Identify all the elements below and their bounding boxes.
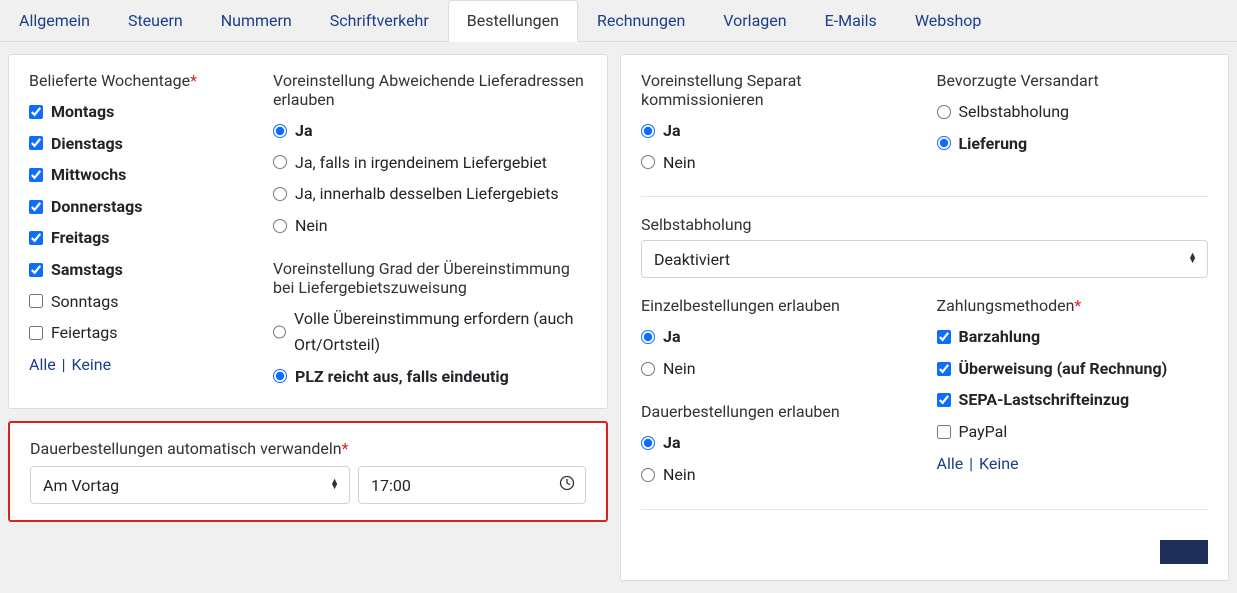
checkbox-label: PayPal xyxy=(959,419,1008,445)
tab-vorlagen[interactable]: Vorlagen xyxy=(704,0,805,41)
checkbox-label: Sonntags xyxy=(51,289,118,315)
radio-label: Lieferung xyxy=(959,131,1028,157)
checkbox-label: Samstags xyxy=(51,257,123,283)
weekdays-select-none[interactable]: Keine xyxy=(72,355,112,374)
radio-db-ja[interactable] xyxy=(641,436,655,450)
checkbox-label: Freitags xyxy=(51,225,110,251)
checkbox-label: Dienstags xyxy=(51,131,123,157)
radio-da-jafalls[interactable] xyxy=(273,155,287,169)
tab-schriftverkehr[interactable]: Schriftverkehr xyxy=(311,0,448,41)
radio-label: Nein xyxy=(295,213,328,239)
selbstabholung-select[interactable]: Deaktiviert ▲▼ xyxy=(641,240,1208,278)
required-star: * xyxy=(1074,296,1081,315)
radio-label: Ja, innerhalb desselben Liefergebiets xyxy=(295,181,559,207)
checkbox-sepa[interactable] xyxy=(937,393,951,407)
radio-label: Nein xyxy=(663,462,696,488)
select-caret-icon: ▲▼ xyxy=(1188,254,1197,264)
weekdays-select-all[interactable]: Alle xyxy=(29,355,56,374)
card-right-settings: Voreinstellung Separat kommissionieren J… xyxy=(620,54,1229,581)
divider xyxy=(641,509,1208,510)
radio-va-selbst[interactable] xyxy=(937,105,951,119)
selbstabholung-label: Selbstabholung xyxy=(641,215,1208,234)
checkbox-samstags[interactable] xyxy=(29,263,43,277)
radio-md-plz[interactable] xyxy=(273,369,287,383)
checkbox-feiertags[interactable] xyxy=(29,326,43,340)
einzel-label: Einzelbestellungen erlauben xyxy=(641,296,913,315)
tab-allgemein[interactable]: Allgemein xyxy=(0,0,109,41)
required-star: * xyxy=(342,439,349,458)
radio-label: Ja xyxy=(663,118,681,144)
checkbox-donnerstags[interactable] xyxy=(29,200,43,214)
dauer-label: Dauerbestellungen erlauben xyxy=(641,402,913,421)
match-degree-label: Voreinstellung Grad der Übereinstimmung … xyxy=(273,259,587,297)
autoconvert-when-select[interactable]: Am Vortag ▲▼ xyxy=(30,466,350,504)
checkbox-label: SEPA-Lastschrifteinzug xyxy=(959,387,1130,413)
radio-ez-ja[interactable] xyxy=(641,330,655,344)
radio-va-lieferung[interactable] xyxy=(937,136,951,150)
time-value: 17:00 xyxy=(371,476,411,495)
link-separator: | xyxy=(967,454,975,473)
radio-label: Nein xyxy=(663,150,696,176)
select-value: Deaktiviert xyxy=(654,250,730,269)
select-caret-icon: ▲▼ xyxy=(330,480,339,490)
checkbox-barzahlung[interactable] xyxy=(937,330,951,344)
divider xyxy=(641,196,1208,197)
radio-label: Ja xyxy=(663,430,681,456)
radio-label: Nein xyxy=(663,356,696,382)
radio-da-nein[interactable] xyxy=(273,219,287,233)
versandart-label: Bevorzugte Versandart xyxy=(937,71,1209,90)
action-button[interactable] xyxy=(1160,540,1208,564)
weekdays-label: Belieferte Wochentage* xyxy=(29,71,249,90)
tab-bestellungen[interactable]: Bestellungen xyxy=(448,0,578,42)
checkbox-montags[interactable] xyxy=(29,105,43,119)
delivery-addr-label: Voreinstellung Abweichende Lieferadresse… xyxy=(273,71,587,109)
radio-sk-nein[interactable] xyxy=(641,155,655,169)
required-star: * xyxy=(190,71,197,90)
checkbox-sonntags[interactable] xyxy=(29,294,43,308)
link-separator: | xyxy=(60,355,68,374)
tab-nummern[interactable]: Nummern xyxy=(202,0,311,41)
radio-da-jainner[interactable] xyxy=(273,187,287,201)
radio-md-full[interactable] xyxy=(273,325,286,339)
sepkom-label: Voreinstellung Separat kommissionieren xyxy=(641,71,913,109)
radio-label: PLZ reicht aus, falls eindeutig xyxy=(295,364,509,390)
checkbox-label: Donnerstags xyxy=(51,194,142,220)
checkbox-label: Feiertags xyxy=(51,320,118,346)
card-autoconvert: Dauerbestellungen automatisch verwandeln… xyxy=(8,421,608,522)
radio-label: Ja, falls in irgendeinem Liefergebiet xyxy=(295,150,547,176)
radio-db-nein[interactable] xyxy=(641,468,655,482)
radio-da-ja[interactable] xyxy=(273,124,287,138)
tab-emails[interactable]: E-Mails xyxy=(806,0,896,41)
checkbox-label: Montags xyxy=(51,99,114,125)
checkbox-label: Überweisung (auf Rechnung) xyxy=(959,356,1168,382)
payment-label: Zahlungsmethoden* xyxy=(937,296,1209,315)
radio-label: Selbstabholung xyxy=(959,99,1070,125)
checkbox-ueberweisung[interactable] xyxy=(937,362,951,376)
checkbox-label: Mittwochs xyxy=(51,162,126,188)
tab-steuern[interactable]: Steuern xyxy=(109,0,202,41)
checkbox-label: Barzahlung xyxy=(959,324,1041,350)
checkbox-dienstags[interactable] xyxy=(29,136,43,150)
autoconvert-label: Dauerbestellungen automatisch verwandeln… xyxy=(30,439,586,458)
radio-sk-ja[interactable] xyxy=(641,124,655,138)
payment-select-all[interactable]: Alle xyxy=(937,454,964,473)
radio-label: Ja xyxy=(295,118,313,144)
autoconvert-time-input[interactable]: 17:00 xyxy=(358,466,586,504)
checkbox-freitags[interactable] xyxy=(29,231,43,245)
tab-rechnungen[interactable]: Rechnungen xyxy=(578,0,704,41)
radio-ez-nein[interactable] xyxy=(641,362,655,376)
tab-webshop[interactable]: Webshop xyxy=(896,0,1001,41)
card-weekdays-delivery: Belieferte Wochentage* Montags Dienstags… xyxy=(8,54,608,409)
tabs-bar: Allgemein Steuern Nummern Schriftverkehr… xyxy=(0,0,1237,42)
radio-label: Ja xyxy=(663,324,681,350)
select-value: Am Vortag xyxy=(43,476,119,495)
clock-icon xyxy=(559,475,575,495)
checkbox-mittwochs[interactable] xyxy=(29,168,43,182)
payment-select-none[interactable]: Keine xyxy=(979,454,1019,473)
checkbox-paypal[interactable] xyxy=(937,425,951,439)
radio-label: Volle Übereinstimmung erfordern (auch Or… xyxy=(294,306,587,357)
